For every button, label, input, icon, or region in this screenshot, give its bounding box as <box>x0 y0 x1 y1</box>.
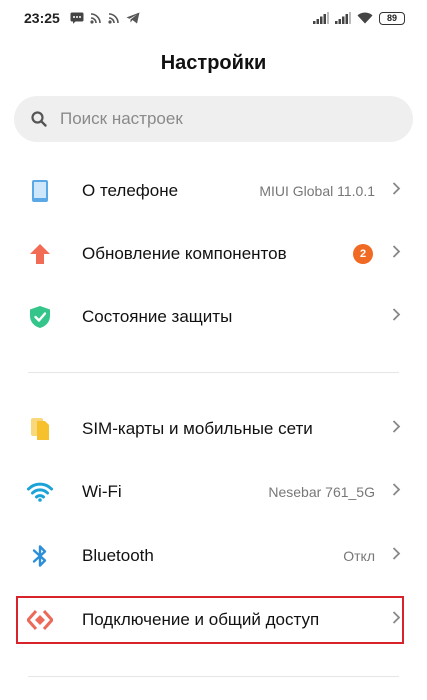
wifi-icon <box>357 12 373 24</box>
settings-item-about-phone[interactable]: О телефоне MIUI Global 11.0.1 <box>0 164 427 218</box>
section-divider <box>28 372 399 373</box>
settings-item-label: Подключение и общий доступ <box>82 610 320 629</box>
settings-item-label: Обновление компонентов <box>82 244 287 263</box>
settings-item-label: О телефоне <box>82 181 179 200</box>
settings-item-security-status[interactable]: Состояние защиты <box>0 290 427 344</box>
status-bar: 23:25 89 <box>0 0 427 36</box>
chevron-right-icon <box>392 245 401 264</box>
settings-item-label: Состояние защиты <box>82 307 233 326</box>
settings-item-label: Wi-Fi <box>82 482 122 501</box>
settings-item-wifi[interactable]: Wi-Fi Nesebar 761_5G <box>0 465 427 519</box>
settings-item-bluetooth[interactable]: Bluetooth Откл <box>0 529 427 583</box>
chevron-right-icon <box>392 182 401 201</box>
section-divider <box>28 676 399 677</box>
settings-item-label: SIM-карты и мобильные сети <box>82 419 313 438</box>
search-icon <box>30 110 48 128</box>
settings-item-connection-sharing[interactable]: Подключение и общий доступ <box>0 593 427 647</box>
connection-sharing-icon <box>26 606 54 634</box>
status-time: 23:25 <box>24 10 60 26</box>
search-placeholder: Поиск настроек <box>60 109 183 128</box>
search-input[interactable]: Поиск настроек <box>14 96 413 142</box>
phone-icon <box>26 177 54 205</box>
settings-item-label: Bluetooth <box>82 546 154 565</box>
notification-badge: 2 <box>353 244 373 264</box>
chevron-right-icon <box>392 547 401 566</box>
update-arrow-icon <box>26 240 54 268</box>
message-icon <box>70 12 84 24</box>
wifi-icon <box>26 478 54 506</box>
chevron-right-icon <box>392 483 401 502</box>
chevron-right-icon <box>392 420 401 439</box>
settings-item-value: Откл <box>343 548 375 564</box>
page-title: Настройки <box>160 52 267 74</box>
bluetooth-icon <box>26 542 54 570</box>
settings-item-value: Nesebar 761_5G <box>268 484 375 500</box>
telegram-icon <box>126 12 140 24</box>
wifi-calling-icon <box>90 12 102 24</box>
wifi-calling-icon <box>108 12 120 24</box>
settings-item-sim-cards[interactable]: SIM-карты и мобильные сети <box>0 402 427 456</box>
signal-icon <box>335 12 351 24</box>
status-right: 89 <box>313 11 405 25</box>
sim-card-icon <box>26 415 54 443</box>
chevron-right-icon <box>392 308 401 327</box>
battery-icon: 89 <box>379 11 405 25</box>
status-left: 23:25 <box>24 10 140 26</box>
signal-icon <box>313 12 329 24</box>
shield-check-icon <box>26 303 54 331</box>
chevron-right-icon <box>392 611 401 630</box>
settings-item-value: MIUI Global 11.0.1 <box>259 183 375 199</box>
settings-item-component-update[interactable]: Обновление компонентов 2 <box>0 227 427 281</box>
